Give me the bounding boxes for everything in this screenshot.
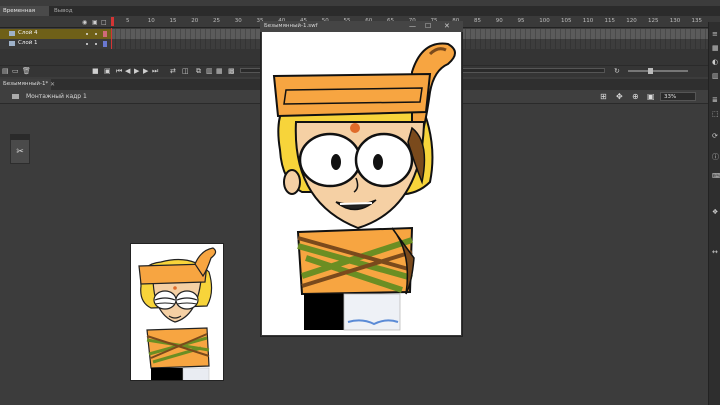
stage-canvas[interactable]	[130, 243, 224, 381]
outline-icon[interactable]: □	[101, 19, 107, 26]
tab-timeline[interactable]: Временная шкала	[0, 6, 49, 24]
frame-number: 100	[539, 18, 550, 24]
align-icon[interactable]: ≣	[712, 96, 718, 104]
maximize-icon[interactable]: ☐	[425, 22, 431, 30]
frame-number: 110	[582, 18, 594, 24]
lock-dot[interactable]	[95, 33, 97, 35]
tab-output[interactable]: Вывод	[51, 6, 77, 16]
character-preview	[272, 42, 456, 331]
layer-color-swatch[interactable]	[103, 31, 107, 37]
lock-dot[interactable]	[95, 43, 97, 45]
record-icon[interactable]: ▣	[104, 67, 111, 75]
right-dock: ≡ ▦ ◐ ▥ ≣ ⬚ ⟳ ⓘ ⌨ ❖ ↔	[708, 22, 720, 405]
new-layer-icon[interactable]: ▤	[2, 67, 9, 75]
layer-name[interactable]: Слой 4	[18, 30, 38, 36]
frame-number: 115	[604, 18, 616, 24]
frame-number: 130	[669, 18, 681, 24]
onion-skin-icon[interactable]: ◫	[182, 67, 189, 75]
minimize-icon[interactable]: —	[409, 22, 416, 30]
library-icon[interactable]: ▦	[712, 44, 719, 52]
history-icon[interactable]: ⟳	[712, 132, 718, 140]
last-frame-icon[interactable]: ⏭	[152, 67, 158, 76]
swatches-icon[interactable]: ▥	[712, 72, 719, 80]
transform-icon[interactable]: ⬚	[712, 110, 719, 118]
frame-number: 30	[234, 18, 242, 24]
color-icon[interactable]: ◐	[712, 58, 718, 66]
frame-number: 120	[626, 18, 637, 24]
layer-name[interactable]: Слой 1	[18, 40, 38, 46]
close-icon[interactable]: ✕	[444, 22, 450, 30]
character-thumbnail	[138, 247, 217, 380]
frame-number: 85	[474, 18, 481, 24]
onion-outline-icon[interactable]: ⧉	[196, 67, 201, 76]
onion-markers-icon[interactable]: ▦	[216, 67, 223, 75]
swf-canvas[interactable]	[262, 32, 461, 335]
playhead-line	[111, 28, 112, 50]
properties-icon[interactable]: ≡	[712, 30, 718, 38]
code-icon[interactable]: ⌨	[712, 172, 720, 180]
clapper-icon[interactable]	[12, 94, 19, 99]
edit-multiple-icon[interactable]: ▥	[206, 67, 213, 75]
delete-icon[interactable]: 🗑	[22, 67, 31, 75]
scene-label[interactable]: Монтажный кадр 1	[26, 93, 87, 100]
frame-number: 10	[147, 18, 155, 24]
info-icon[interactable]: ⓘ	[712, 152, 719, 162]
crosshair-icon[interactable]: ⊕	[632, 92, 639, 101]
tools-panel-header[interactable]	[10, 134, 30, 140]
eye-icon[interactable]: ◉	[82, 19, 87, 26]
move-icon[interactable]: ✥	[616, 92, 623, 101]
layer-icon	[9, 31, 15, 36]
frame-number: 105	[561, 18, 572, 24]
playhead[interactable]	[111, 17, 114, 26]
frame-number: 25	[213, 18, 220, 24]
document-tab[interactable]: Безымянный-1*	[0, 79, 52, 90]
visibility-dot[interactable]	[86, 33, 88, 35]
clip-icon[interactable]: ▣	[647, 92, 655, 101]
visibility-dot[interactable]	[86, 43, 88, 45]
stage-align-icon[interactable]: ⊞	[600, 92, 607, 101]
play-icon[interactable]: ▶	[134, 67, 139, 75]
timeline-zoom-knob[interactable]	[648, 68, 653, 74]
frame-number: 15	[169, 18, 177, 24]
timeline-tabbar: Временная шкала Вывод	[0, 6, 720, 24]
close-icon[interactable]: ✕	[50, 79, 55, 90]
layer-icon	[9, 41, 15, 46]
next-frame-icon[interactable]: ▶	[143, 67, 148, 75]
center-frame-icon[interactable]: ↻	[614, 67, 620, 75]
swf-window-title: Безымянный-1.swf	[264, 23, 318, 29]
grid-icon[interactable]: ▩	[228, 67, 235, 75]
components-icon[interactable]: ❖	[712, 208, 718, 216]
motion-icon[interactable]: ↔	[712, 248, 718, 256]
layer-color-swatch[interactable]	[103, 41, 107, 47]
frame-number: 95	[517, 18, 525, 24]
frame-number: 90	[495, 18, 503, 24]
frame-number: 5	[126, 18, 130, 24]
zoom-dropdown[interactable]: 33%	[660, 92, 696, 101]
frame-number: 125	[648, 18, 659, 24]
frame-number: 135	[691, 18, 703, 24]
first-frame-icon[interactable]: ⏮	[116, 67, 122, 76]
camera-icon[interactable]: ■	[92, 67, 99, 75]
timeline-zoom-track[interactable]	[628, 70, 688, 72]
new-folder-icon[interactable]: ▭	[12, 67, 19, 75]
lock-icon[interactable]: ▣	[92, 19, 98, 26]
frame-number: 20	[191, 18, 199, 24]
loop-icon[interactable]: ⇄	[170, 67, 176, 75]
prev-frame-icon[interactable]: ◀	[125, 67, 130, 75]
scissors-icon[interactable]: ✂	[14, 146, 26, 158]
